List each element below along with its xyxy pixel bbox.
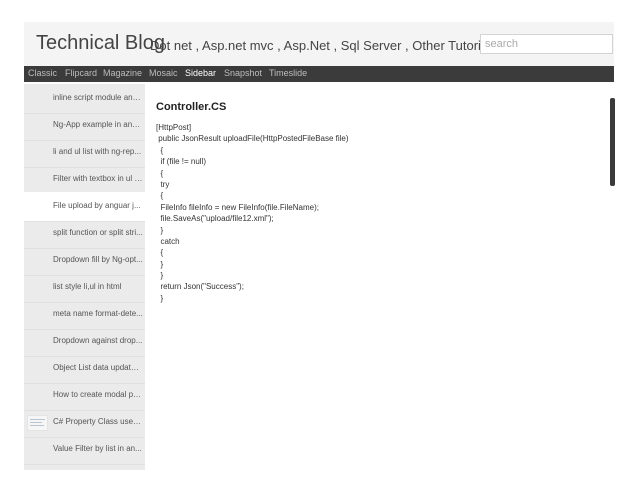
post-title: Object List data update ... (53, 363, 143, 372)
sidebar-post-item-selected[interactable]: File upload by anguar j... (24, 192, 145, 222)
nav-item-timeslide[interactable]: Timeslide (269, 68, 307, 78)
code-line: if (file != null) (156, 157, 207, 167)
nav-item-mosaic[interactable]: Mosaic (149, 68, 178, 78)
post-title: Filter with textbox in ul a... (53, 174, 143, 183)
code-line: } (156, 259, 164, 269)
code-line: public JsonResult uploadFile(HttpPostedF… (156, 134, 349, 144)
post-title: Dropdown fill by Ng-opt... (53, 255, 143, 264)
code-line: try (156, 179, 170, 189)
post-title: list style li,ul in html (53, 282, 122, 291)
post-title: li and ul list with ng-rep... (53, 147, 142, 156)
view-nav-bar: Classic Flipcard Magazine Mosaic Sidebar… (24, 66, 614, 82)
sidebar-post-item[interactable]: Object List data update ... (24, 354, 145, 384)
post-title: split function or split stri... (53, 228, 143, 237)
nav-item-snapshot[interactable]: Snapshot (224, 68, 262, 78)
sidebar-post-item[interactable]: How to create modal po... (24, 381, 145, 411)
code-line: } (156, 225, 164, 235)
sidebar-post-item[interactable]: Dropdown fill by Ng-opt... (24, 246, 145, 276)
post-title: Dropdown against drop... (53, 336, 143, 345)
sidebar-post-item[interactable]: Dropdown against drop... (24, 327, 145, 357)
post-title: C# Property Class use i... (53, 417, 143, 426)
sidebar-post-item[interactable]: list style li,ul in html (24, 273, 145, 303)
post-title: Value Filter by list in an... (53, 444, 142, 453)
nav-item-sidebar[interactable]: Sidebar (185, 68, 216, 78)
sidebar-post-item[interactable]: C# Property Class use i... (24, 408, 145, 438)
sidebar-post-item[interactable]: Value Filter by list in an... (24, 435, 145, 465)
post-title: File upload by anguar j... (53, 201, 141, 210)
scrollbar-thumb[interactable] (610, 98, 615, 186)
blog-header: Technical Blog Dot net , Asp.net mvc , A… (24, 22, 614, 67)
code-line: return Json("Success"); (156, 282, 244, 292)
sidebar-post-item[interactable]: meta name format-dete... (24, 300, 145, 330)
post-list-sidebar: inline script module and ... Ng-App exam… (24, 84, 145, 470)
code-line: { (156, 248, 164, 258)
blog-title[interactable]: Technical Blog (36, 32, 165, 55)
search-input[interactable] (480, 34, 613, 54)
nav-item-classic[interactable]: Classic (28, 68, 57, 78)
code-line: { (156, 145, 164, 155)
post-title: Ng-App example in ang... (53, 120, 143, 129)
code-line: } (156, 293, 164, 303)
post-title: meta name format-dete... (53, 309, 143, 318)
code-line: { (156, 191, 164, 201)
post-title: How to create modal po... (53, 390, 143, 399)
nav-item-flipcard[interactable]: Flipcard (65, 68, 97, 78)
post-title: inline script module and ... (53, 93, 143, 102)
post-thumbnail (27, 415, 48, 431)
nav-item-magazine[interactable]: Magazine (103, 68, 142, 78)
post-heading: Controller.CS (156, 101, 227, 113)
code-line: FileInfo fileInfo = new FileInfo(file.Fi… (156, 202, 319, 212)
blog-subtitle: Dot net , Asp.net mvc , Asp.Net , Sql Se… (150, 38, 492, 53)
sidebar-post-item[interactable]: split function or split stri... (24, 219, 145, 249)
code-line: file.SaveAs("upload/file12.xml"); (156, 214, 274, 224)
code-block: [HttpPost] public JsonResult uploadFile(… (156, 122, 349, 304)
sidebar-post-item[interactable]: li and ul list with ng-rep... (24, 138, 145, 168)
code-line: { (156, 168, 164, 178)
code-line: catch (156, 236, 180, 246)
sidebar-post-item[interactable]: inline script module and ... (24, 84, 145, 114)
sidebar-post-item[interactable]: Ng-App example in ang... (24, 111, 145, 141)
sidebar-post-item[interactable]: Filter with textbox in ul a... (24, 165, 145, 195)
code-line: } (156, 271, 164, 281)
code-line: [HttpPost] (156, 123, 192, 132)
